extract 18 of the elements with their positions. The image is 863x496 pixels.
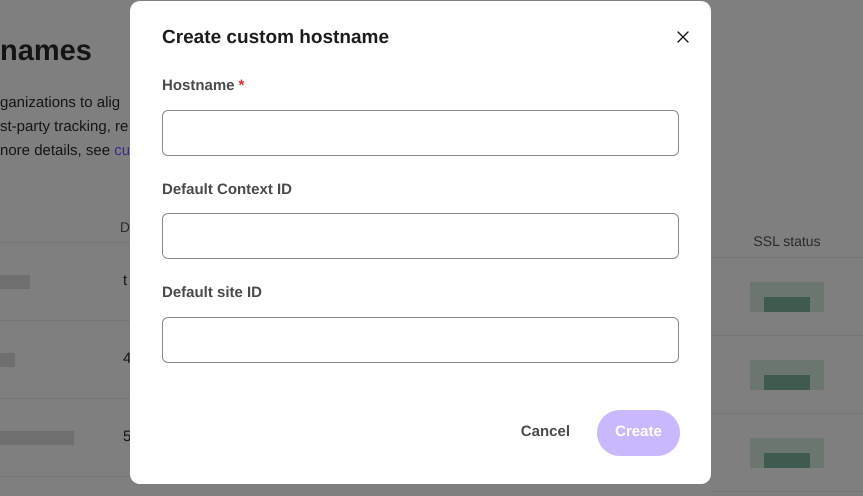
input-field[interactable] (162, 316, 679, 362)
table-cell-text: 4 (123, 349, 130, 370)
required-mark: * (238, 76, 244, 96)
description-line: nore details, see (0, 141, 112, 161)
table-cell-text: t (123, 271, 128, 292)
field-label: Default site ID (162, 283, 262, 303)
field-label: Default Context ID (162, 180, 292, 200)
page-title: names (0, 34, 93, 69)
description-line: st-party tracking, re (0, 117, 130, 137)
input-field[interactable] (162, 110, 679, 156)
field-label: Hostname (162, 76, 235, 96)
cancel-button[interactable]: Cancel (520, 421, 570, 444)
column-header: SSL status (753, 232, 821, 250)
docs-link[interactable]: cu (114, 139, 130, 163)
column-header: D (120, 218, 130, 237)
input-field[interactable] (162, 213, 679, 259)
description-line: ganizations to alig (0, 93, 122, 113)
dialog-title: Create custom hostname (162, 26, 390, 50)
